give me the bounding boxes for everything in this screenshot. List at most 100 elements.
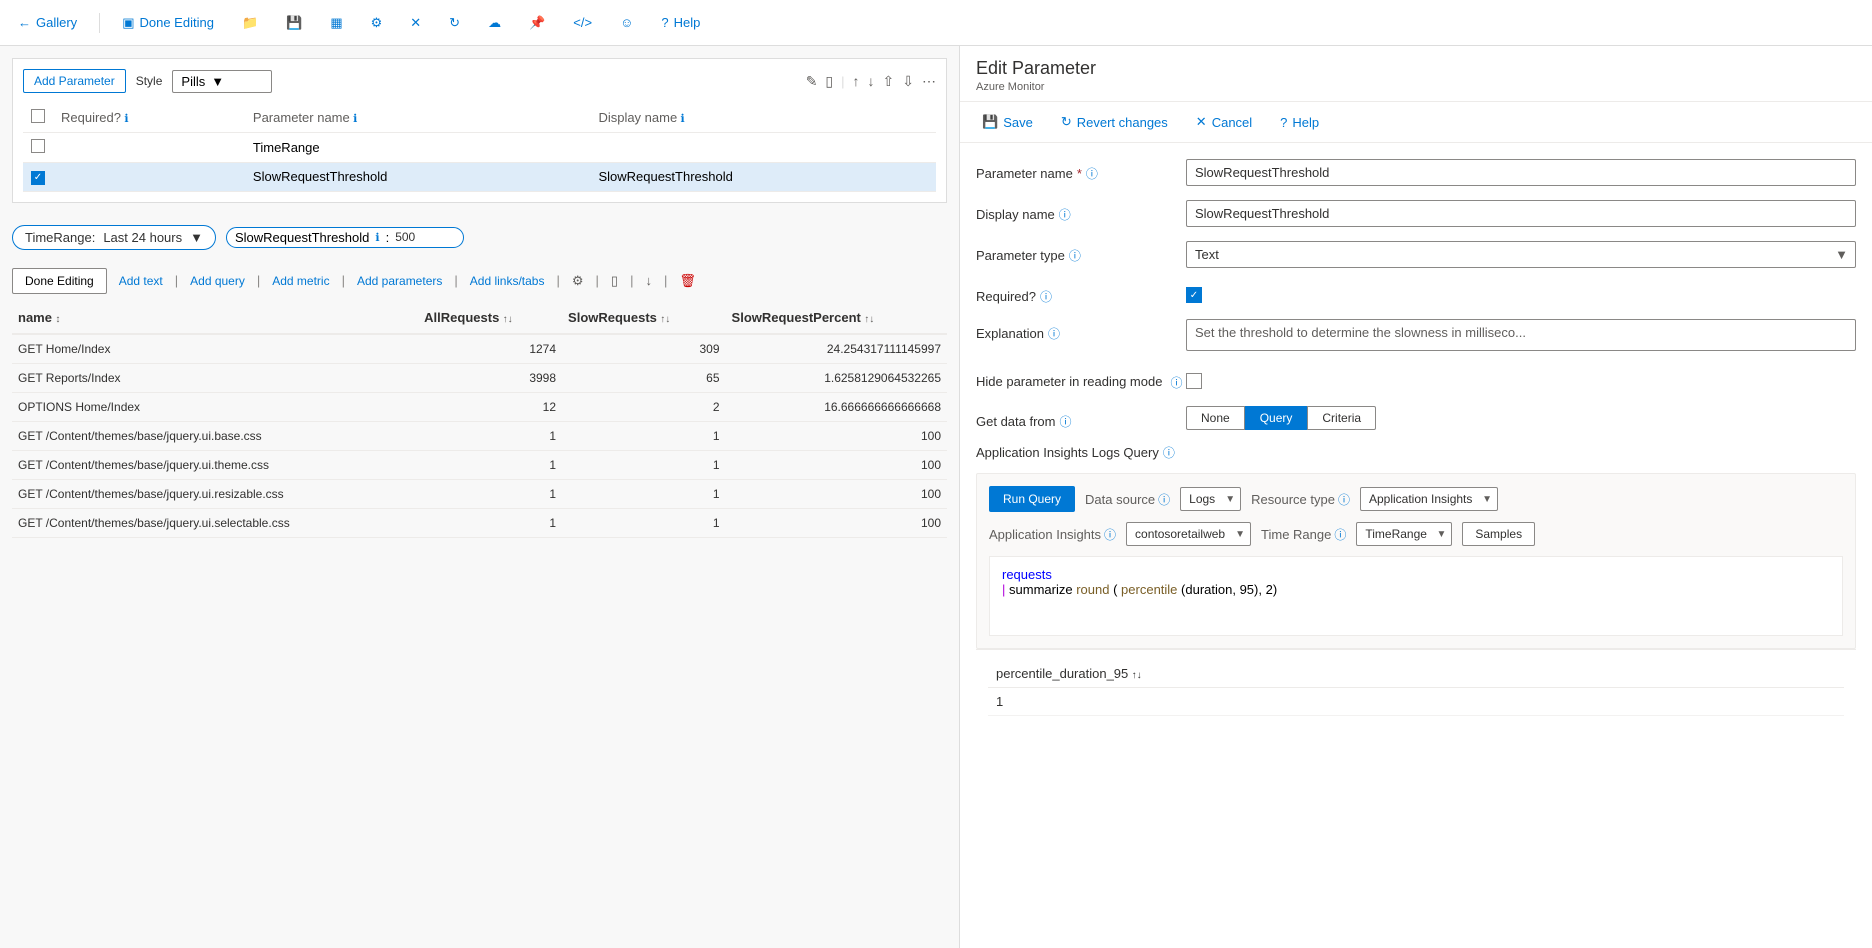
table-row[interactable]: TimeRange <box>23 133 936 163</box>
add-parameter-button[interactable]: Add Parameter <box>23 69 126 93</box>
col-slow-pct-sort[interactable]: ↑↓ <box>864 314 874 325</box>
save-button-right[interactable]: 💾 Save <box>976 110 1039 134</box>
pin-button[interactable]: 📌 <box>523 11 551 35</box>
settings-button[interactable]: ⚙ <box>365 11 389 35</box>
results-sort-icon[interactable]: ↑↓ <box>1132 670 1142 681</box>
col-name-header[interactable]: name ↕ <box>12 302 418 334</box>
data-row-slow-pct: 100 <box>726 479 947 508</box>
copy-button[interactable]: ▦ <box>324 11 348 35</box>
refresh-button[interactable]: ↻ <box>443 11 466 35</box>
data-row-slow-pct: 100 <box>726 508 947 537</box>
select-all-checkbox[interactable] <box>31 109 45 123</box>
param-name-info[interactable]: ⓘ <box>1086 165 1098 182</box>
edit-param-icon[interactable]: ✎ <box>806 73 818 90</box>
more-icon[interactable]: ⋯ <box>922 73 936 90</box>
run-query-button[interactable]: Run Query <box>989 486 1075 512</box>
data-source-info[interactable]: ⓘ <box>1158 491 1170 508</box>
data-row-slow-pct: 16.666666666666668 <box>726 392 947 421</box>
get-data-query[interactable]: Query <box>1245 406 1308 430</box>
chevron-down-icon: ▼ <box>211 74 224 89</box>
query-section-info[interactable]: ⓘ <box>1163 444 1175 461</box>
param-type-info[interactable]: ⓘ <box>1069 247 1081 264</box>
results-col-header[interactable]: percentile_duration_95 ↑↓ <box>988 660 1844 688</box>
col-all-req-header[interactable]: AllRequests ↑↓ <box>418 302 562 334</box>
done-editing-button[interactable]: Done Editing <box>12 268 107 294</box>
move-top-icon[interactable]: ⇧ <box>883 73 895 90</box>
param-name-info-icon[interactable]: ℹ <box>353 113 357 125</box>
slow-req-pill[interactable]: SlowRequestThreshold ℹ : <box>226 227 464 248</box>
slow-req-input[interactable] <box>395 230 455 244</box>
right-panel: Edit Parameter Azure Monitor 💾 Save ↻ Re… <box>960 46 1872 948</box>
col-slow-req-header[interactable]: SlowRequests ↑↓ <box>562 302 726 334</box>
emoji-button[interactable]: ☺ <box>614 11 639 34</box>
done-editing-button-top[interactable]: ▣ Done Editing <box>116 11 220 35</box>
cloud-button[interactable]: ☁ <box>482 11 507 35</box>
get-data-radio-group: None Query Criteria <box>1186 406 1856 430</box>
table-row[interactable]: ✓ SlowRequestThreshold SlowRequestThresh… <box>23 163 936 192</box>
duplicate-icon[interactable]: ▯ <box>825 73 833 90</box>
download-icon-bar[interactable]: ↓ <box>645 273 652 288</box>
time-range-query-select[interactable]: TimeRange <box>1356 522 1452 546</box>
save-icon-right: 💾 <box>982 114 998 130</box>
explanation-info[interactable]: ⓘ <box>1048 325 1060 342</box>
required-info[interactable]: ⓘ <box>1040 288 1052 305</box>
time-range-query-info[interactable]: ⓘ <box>1334 526 1346 543</box>
add-params-button[interactable]: Add parameters <box>357 274 442 288</box>
code-button[interactable]: </> <box>567 11 598 34</box>
samples-button[interactable]: Samples <box>1462 522 1535 546</box>
add-text-button[interactable]: Add text <box>119 274 163 288</box>
required-checkbox[interactable]: ✓ <box>1186 287 1202 303</box>
hide-param-checkbox[interactable] <box>1186 373 1202 389</box>
display-name-info[interactable]: ⓘ <box>1059 206 1071 223</box>
explanation-textarea[interactable]: Set the threshold to determine the slown… <box>1186 319 1856 351</box>
hide-param-info[interactable]: ⓘ <box>1170 374 1182 391</box>
sep3: | <box>342 273 345 288</box>
help-button-right[interactable]: ? Help <box>1274 111 1325 134</box>
move-down-icon[interactable]: ↓ <box>868 73 875 89</box>
folder-button[interactable]: 📁 <box>236 11 264 35</box>
required-info-icon[interactable]: ℹ <box>124 113 128 125</box>
data-table-container: name ↕ AllRequests ↑↓ SlowRequests ↑↓ <box>0 302 959 948</box>
get-data-criteria[interactable]: Criteria <box>1307 406 1376 430</box>
style-select[interactable]: Pills ▼ <box>172 70 272 93</box>
delete-icon-bar[interactable]: 🗑 <box>679 273 696 289</box>
row2-checkbox[interactable]: ✓ <box>31 171 45 185</box>
param-type-select-container: Text Integer DateTime Drop down Multi-va… <box>1186 241 1856 268</box>
app-insights-info[interactable]: ⓘ <box>1104 526 1116 543</box>
save-button-top[interactable]: 💾 <box>280 11 308 35</box>
app-insights-select[interactable]: contosoretailweb <box>1126 522 1251 546</box>
col-slow-req-sort[interactable]: ↑↓ <box>660 314 670 325</box>
resource-type-info[interactable]: ⓘ <box>1338 491 1350 508</box>
resource-type-select[interactable]: Application Insights <box>1360 487 1498 511</box>
add-links-button[interactable]: Add links/tabs <box>470 274 545 288</box>
help-button-top[interactable]: ? Help <box>655 11 706 34</box>
param-editor-header: Add Parameter Style Pills ▼ ✎ ▯ | ↑ ↓ ⇧ … <box>23 69 936 93</box>
display-name-input[interactable] <box>1186 200 1856 227</box>
col-name-sort[interactable]: ↕ <box>55 314 60 325</box>
revert-button[interactable]: ↻ Revert changes <box>1055 110 1174 134</box>
move-bottom-icon[interactable]: ⇩ <box>902 73 914 90</box>
display-name-info-icon[interactable]: ℹ <box>681 113 685 125</box>
copy-icon-bar[interactable]: ▯ <box>611 273 618 289</box>
cancel-button[interactable]: ✕ Cancel <box>1190 110 1258 134</box>
add-query-button[interactable]: Add query <box>190 274 245 288</box>
results-value: 1 <box>996 694 1003 709</box>
param-type-select[interactable]: Text Integer DateTime Drop down Multi-va… <box>1186 241 1856 268</box>
time-range-pill[interactable]: TimeRange: Last 24 hours ▼ <box>12 225 216 250</box>
code-editor[interactable]: requests | summarize round ( percentile … <box>989 556 1843 636</box>
main-area: Add Parameter Style Pills ▼ ✎ ▯ | ↑ ↓ ⇧ … <box>0 46 1872 948</box>
param-name-input[interactable] <box>1186 159 1856 186</box>
get-data-info[interactable]: ⓘ <box>1059 413 1071 430</box>
col-slow-pct-header[interactable]: SlowRequestPercent ↑↓ <box>726 302 947 334</box>
close-button[interactable]: ✕ <box>404 11 427 35</box>
add-metric-button[interactable]: Add metric <box>272 274 329 288</box>
data-source-select[interactable]: Logs <box>1180 487 1241 511</box>
time-range-query-select-wrap: TimeRange ▼ <box>1356 522 1452 546</box>
settings-icon-bar[interactable]: ⚙ <box>572 273 584 289</box>
get-data-none[interactable]: None <box>1186 406 1245 430</box>
gallery-button[interactable]: ← Gallery <box>12 11 83 34</box>
move-up-icon[interactable]: ↑ <box>853 73 860 89</box>
col-all-req-sort[interactable]: ↑↓ <box>503 314 513 325</box>
required-row: Required? ⓘ ✓ <box>976 282 1856 305</box>
row1-checkbox[interactable] <box>31 139 45 153</box>
